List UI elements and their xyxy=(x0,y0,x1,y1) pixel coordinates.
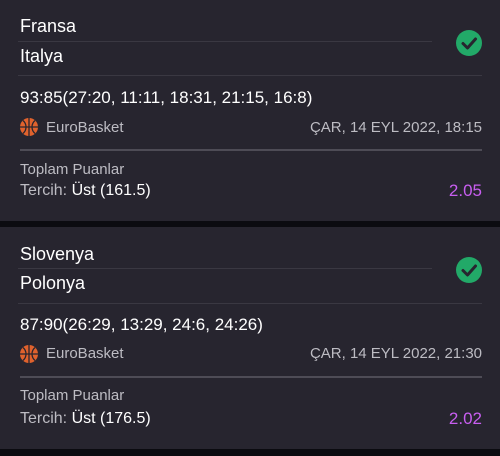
match-date: ÇAR, 14 EYL 2022, 21:30 xyxy=(309,345,482,362)
odds-value: 2.05 xyxy=(448,181,482,200)
away-team: Polonya xyxy=(20,273,86,293)
market-name: Toplam Puanlar xyxy=(20,387,125,404)
selection-label: Tercih: xyxy=(20,410,68,427)
divider xyxy=(20,376,482,378)
odds-value: 2.02 xyxy=(448,409,482,428)
match-score: 87:90(26:29, 13:29, 24:6, 24:26) xyxy=(20,315,263,334)
team-separator xyxy=(18,268,432,269)
team-separator xyxy=(18,41,432,42)
basketball-icon xyxy=(20,118,38,136)
selection-value: Üst (161.5) xyxy=(67,182,151,199)
divider xyxy=(20,149,482,151)
selection: Tercih: Üst (161.5) xyxy=(20,182,151,200)
league-name: EuroBasket xyxy=(46,345,124,362)
match-score: 93:85(27:20, 11:11, 18:31, 21:15, 16:8) xyxy=(20,88,313,107)
bet-card[interactable]: Fransa Italya 93:85(27:20, 11:11, 18:31,… xyxy=(0,0,500,221)
check-circle-icon xyxy=(456,30,482,56)
home-team: Slovenya xyxy=(20,244,95,264)
home-team: Fransa xyxy=(20,16,77,36)
selection-value: Üst (176.5) xyxy=(67,410,151,427)
selection-label: Tercih: xyxy=(20,182,68,199)
selection: Tercih: Üst (176.5) xyxy=(20,410,151,428)
header-separator xyxy=(18,75,482,76)
league-name: EuroBasket xyxy=(46,119,124,136)
market-name: Toplam Puanlar xyxy=(20,161,125,178)
bet-card[interactable]: Slovenya Polonya 87:90(26:29, 13:29, 24:… xyxy=(0,227,500,449)
match-date: ÇAR, 14 EYL 2022, 18:15 xyxy=(309,119,482,136)
check-circle-icon xyxy=(456,257,482,283)
basketball-icon xyxy=(20,345,38,363)
header-separator xyxy=(18,303,482,304)
away-team: Italya xyxy=(20,46,64,66)
